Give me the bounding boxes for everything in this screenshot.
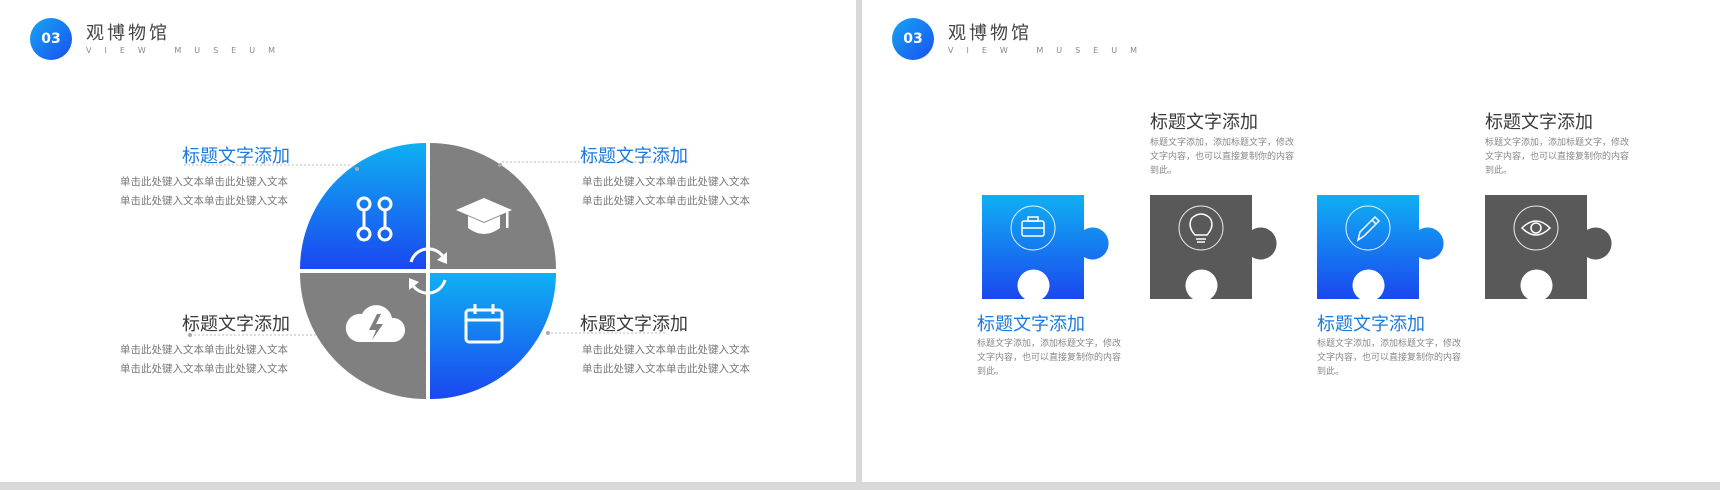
item-desc-1: 标题文字添加，添加标题文字，修改文字内容，也可以直接复制你的内容到此。 <box>977 339 1122 377</box>
puzzle-diagram <box>982 195 1612 299</box>
item-title-1: 标题文字添加 <box>977 314 1085 335</box>
item-text-line: 单击此处键入文本单击此处键入文本 <box>582 363 750 375</box>
item-text-line: 单击此处键入文本单击此处键入文本 <box>120 344 288 356</box>
item-title-4: 标题文字添加 <box>1485 112 1593 133</box>
item-text-line: 单击此处键入文本单击此处键入文本 <box>582 176 750 188</box>
item-title-2: 标题文字添加 <box>1150 112 1258 133</box>
puzzle-piece-4 <box>1485 195 1612 299</box>
item-desc-2: 标题文字添加，添加标题文字，修改文字内容，也可以直接复制你的内容到此。 <box>1150 138 1295 176</box>
item-title-bottom-left: 标题文字添加 <box>182 314 290 335</box>
puzzle-piece-2 <box>1150 195 1277 299</box>
item-title-top-right: 标题文字添加 <box>580 146 688 167</box>
slide-right: 03 观博物馆 VIEW MUSEUM 标题文字添加 标题文字添加，添加标题文字… <box>862 0 1720 482</box>
item-text-line: 单击此处键入文本单击此处键入文本 <box>582 344 750 356</box>
puzzle-piece-1 <box>982 195 1109 299</box>
circle-diagram <box>184 143 688 399</box>
item-text-line: 单击此处键入文本单击此处键入文本 <box>120 176 288 188</box>
quadrant-top-left <box>300 143 426 269</box>
refresh-icon <box>409 247 447 295</box>
item-text-line: 单击此处键入文本单击此处键入文本 <box>582 195 750 207</box>
item-title-bottom-right: 标题文字添加 <box>580 314 688 335</box>
item-title-top-left: 标题文字添加 <box>182 146 290 167</box>
item-desc-3: 标题文字添加，添加标题文字，修改文字内容，也可以直接复制你的内容到此。 <box>1317 339 1462 377</box>
item-desc-4: 标题文字添加，添加标题文字，修改文字内容，也可以直接复制你的内容到此。 <box>1485 138 1630 176</box>
item-title-3: 标题文字添加 <box>1317 314 1425 335</box>
puzzle-piece-3 <box>1317 195 1444 299</box>
item-text-line: 单击此处键入文本单击此处键入文本 <box>120 195 288 207</box>
item-text-line: 单击此处键入文本单击此处键入文本 <box>120 363 288 375</box>
quadrant-bottom-right <box>430 273 556 399</box>
slide-left: 03 观博物馆 VIEW MUSEUM 标题文字添加 单击此处键入文本单击此处键… <box>0 0 856 482</box>
